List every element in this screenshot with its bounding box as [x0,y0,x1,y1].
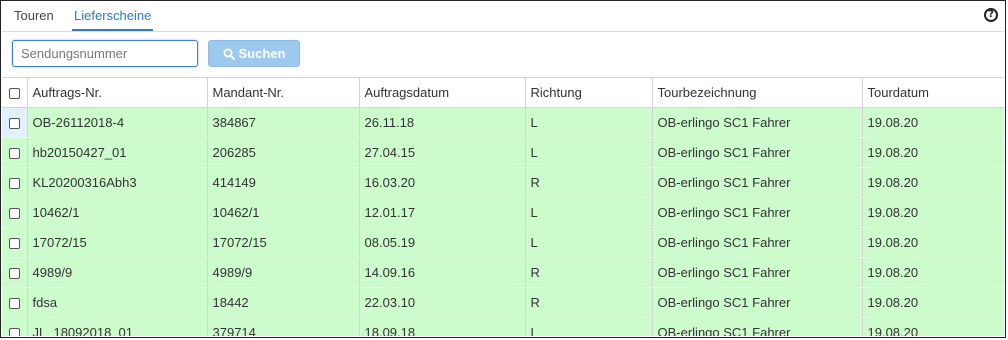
row-checkbox[interactable] [2,197,28,228]
delivery-notes-table: Auftrags-Nr. Mandant-Nr. Auftragsdatum R… [2,77,1004,336]
row-checkbox[interactable] [2,317,28,336]
row-checkbox[interactable] [2,227,28,258]
tourbezeichnung-cell: OB-erlingo SC1 Fahrer [652,257,863,288]
tourdatum-cell: 19.08.20 [862,317,1004,336]
tourdatum-cell: 19.08.20 [862,227,1004,258]
tourdatum-cell: 19.08.20 [862,107,1004,138]
auftrags-nr-cell: KL20200316Abh3 [27,167,208,198]
auftragsdatum-cell: 14.09.16 [359,257,526,288]
checkbox-icon [8,268,20,280]
checkbox-icon [8,118,20,130]
mandant-nr-cell: 10462/1 [207,197,360,228]
lieferscheine-panel: Touren Lieferscheine ? Suchen [0,0,1006,338]
tourdatum-cell: 19.08.20 [862,167,1004,198]
table-row[interactable]: KL20200316Abh3 414149 16.03.20 R OB-erlingo … [2,167,1004,198]
auftrags-nr-cell: 17072/15 [27,227,208,258]
tourdatum-cell: 19.08.20 [862,257,1004,288]
table-row[interactable]: OB-26112018-4 384867 26.11.18 L OB-erlingo S… [2,107,1004,138]
table-row[interactable]: hb20150427_01 206285 27.04.15 L OB-erlingo S… [2,137,1004,168]
auftragsdatum-cell: 27.04.15 [359,137,526,168]
row-checkbox[interactable] [2,257,28,288]
richtung-cell: R [525,287,653,318]
search-toolbar: Suchen [2,32,1004,77]
mandant-nr-cell: 18442 [207,287,360,318]
row-checkbox[interactable] [2,137,28,168]
search-button-label: Suchen [238,46,286,61]
tourdatum-cell: 19.08.20 [862,197,1004,228]
tourbezeichnung-cell: OB-erlingo SC1 Fahrer [652,107,863,138]
richtung-cell: L [525,197,653,228]
table-row[interactable]: 17072/15 17072/15 08.05.19 L OB-erlingo SC1 … [2,227,1004,258]
checkbox-icon [8,208,20,220]
table-body: OB-26112018-4 384867 26.11.18 L OB-erlingo S… [2,107,1004,336]
column-header-tourbezeichnung[interactable]: Tourbezeichnung [652,77,863,108]
tab-lieferscheine[interactable]: Lieferscheine [71,2,154,31]
mandant-nr-cell: 206285 [207,137,360,168]
tourdatum-cell: 19.08.20 [862,137,1004,168]
checkbox-icon [8,88,20,100]
select-all-checkbox[interactable] [2,77,28,108]
richtung-cell: L [525,137,653,168]
column-header-richtung[interactable]: Richtung [525,77,653,108]
tourbezeichnung-cell: OB-erlingo SC1 Fahrer [652,287,863,318]
auftragsdatum-cell: 16.03.20 [359,167,526,198]
tourbezeichnung-cell: OB-erlingo SC1 Fahrer [652,167,863,198]
checkbox-icon [8,298,20,310]
auftragsdatum-cell: 22.03.10 [359,287,526,318]
table-row[interactable]: 10462/1 10462/1 12.01.17 L OB-erlingo SC1 Fa… [2,197,1004,228]
row-checkbox[interactable] [2,287,28,318]
tourbezeichnung-cell: OB-erlingo SC1 Fahrer [652,137,863,168]
mandant-nr-cell: 379714 [207,317,360,336]
checkbox-icon [8,148,20,160]
richtung-cell: R [525,257,653,288]
search-icon [223,48,235,60]
auftrags-nr-cell: fdsa [27,287,208,318]
auftragsdatum-cell: 08.05.19 [359,227,526,258]
row-checkbox[interactable] [2,107,28,138]
table-row[interactable]: fdsa 18442 22.03.10 R OB-erlingo SC1 Fahrer 1… [2,287,1004,318]
table-row[interactable]: JL_18092018_01 379714 18.09.18 L OB-erlingo … [2,317,1004,336]
richtung-cell: L [525,317,653,336]
auftragsdatum-cell: 18.09.18 [359,317,526,336]
row-checkbox[interactable] [2,167,28,198]
checkbox-icon [8,328,20,336]
richtung-cell: R [525,167,653,198]
tourbezeichnung-cell: OB-erlingo SC1 Fahrer [652,227,863,258]
search-button[interactable]: Suchen [208,40,300,67]
auftrags-nr-cell: OB-26112018-4 [27,107,208,138]
mandant-nr-cell: 4989/9 [207,257,360,288]
auftrags-nr-cell: 10462/1 [27,197,208,228]
mandant-nr-cell: 17072/15 [207,227,360,258]
checkbox-icon [8,238,20,250]
mandant-nr-cell: 384867 [207,107,360,138]
header-row: Auftrags-Nr. Mandant-Nr. Auftragsdatum R… [2,77,1004,108]
checkbox-icon [8,178,20,190]
auftrags-nr-cell: hb20150427_01 [27,137,208,168]
column-header-auftragsdatum[interactable]: Auftragsdatum [359,77,526,108]
auftrags-nr-cell: 4989/9 [27,257,208,288]
help-icon[interactable]: ? [984,8,998,22]
column-header-tourdatum[interactable]: Tourdatum [862,77,1004,108]
delivery-notes-grid: Auftrags-Nr. Mandant-Nr. Auftragsdatum R… [2,77,1004,336]
richtung-cell: L [525,227,653,258]
tourbezeichnung-cell: OB-erlingo SC1 Fahrer [652,317,863,336]
table-row[interactable]: 4989/9 4989/9 14.09.16 R OB-erlingo SC1 Fahr… [2,257,1004,288]
tab-touren[interactable]: Touren [14,2,54,30]
auftragsdatum-cell: 12.01.17 [359,197,526,228]
tourdatum-cell: 19.08.20 [862,287,1004,318]
richtung-cell: L [525,107,653,138]
column-header-mandant-nr[interactable]: Mandant-Nr. [207,77,360,108]
auftragsdatum-cell: 26.11.18 [359,107,526,138]
column-header-auftrags-nr[interactable]: Auftrags-Nr. [27,77,208,108]
mandant-nr-cell: 414149 [207,167,360,198]
auftrags-nr-cell: JL_18092018_01 [27,317,208,336]
tab-bar: Touren Lieferscheine ? [2,2,1004,32]
sendungsnummer-search-input[interactable] [12,40,198,67]
tourbezeichnung-cell: OB-erlingo SC1 Fahrer [652,197,863,228]
